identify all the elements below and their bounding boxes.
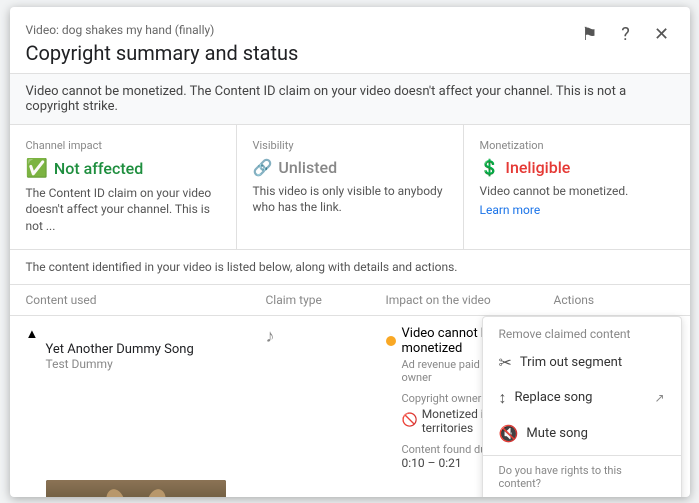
visibility-icon: 🔗 xyxy=(253,158,273,177)
close-icon[interactable]: ✕ xyxy=(648,21,676,49)
notice-text: Video cannot be monetized. The Content I… xyxy=(26,84,627,114)
mute-song-item[interactable]: 🔇 Mute song xyxy=(483,416,681,451)
col-actions: Actions xyxy=(554,293,674,307)
monetization-label: Monetization xyxy=(480,139,674,152)
channel-impact-label: Channel impact xyxy=(26,139,220,152)
policy-icon: 🚫 xyxy=(402,413,418,428)
dog-ear-left xyxy=(103,487,126,496)
content-name: Yet Another Dummy Song xyxy=(46,342,266,357)
mute-label: Mute song xyxy=(526,426,588,441)
table-header: Content used Claim type Impact on the vi… xyxy=(10,285,690,316)
orange-dot-icon xyxy=(386,336,396,346)
dialog-body: Video cannot be monetized. The Content I… xyxy=(10,74,690,497)
channel-impact-value: ✅ Not affected xyxy=(26,158,220,179)
trim-label: Trim out segment xyxy=(520,355,622,370)
content-used-cell: ▲ Yet Another Dummy Song Test Dummy xyxy=(26,326,266,371)
cards-row: Channel impact ✅ Not affected The Conten… xyxy=(10,125,690,250)
dropdown-divider xyxy=(483,455,681,456)
dialog-header: Video: dog shakes my hand (finally) Copy… xyxy=(10,7,690,74)
visibility-desc: This video is only visible to anybody wh… xyxy=(253,183,447,217)
visibility-card: Visibility 🔗 Unlisted This video is only… xyxy=(237,125,464,249)
col-claim-type: Claim type xyxy=(266,293,386,307)
replace-icon: ↕ xyxy=(499,388,507,408)
header-icons: ⚑ ? ✕ xyxy=(576,21,676,49)
rights-label: Do you have rights to this content? xyxy=(483,460,681,492)
expand-icon[interactable]: ▲ xyxy=(26,327,39,342)
content-by: Test Dummy xyxy=(46,357,266,371)
help-icon[interactable]: ? xyxy=(612,21,640,49)
col-impact: Impact on the video xyxy=(386,293,554,307)
channel-impact-card: Channel impact ✅ Not affected The Conten… xyxy=(10,125,237,249)
content-row: ▲ Yet Another Dummy Song Test Dummy ♪ Vi… xyxy=(10,316,690,497)
learn-more-link[interactable]: Learn more xyxy=(480,203,541,217)
claim-type-icon: ♪ xyxy=(266,326,386,347)
dog-ear-right xyxy=(145,487,168,496)
check-circle-icon: ✅ xyxy=(26,158,48,179)
remove-claimed-label: Remove claimed content xyxy=(483,321,681,345)
monetization-value: 💲 Ineligible xyxy=(480,158,674,177)
content-notice: The content identified in your video is … xyxy=(10,250,690,285)
video-thumbnail: ▶ 🔊 0:10 / 0:32 ⚙ ⛶ xyxy=(46,480,226,497)
monetization-desc: Video cannot be monetized. xyxy=(480,183,674,200)
scissors-icon: ✂ xyxy=(499,353,512,372)
trim-segment-item[interactable]: ✂ Trim out segment xyxy=(483,345,681,380)
video-frame xyxy=(46,480,226,497)
replace-label: Replace song xyxy=(515,390,593,405)
video-player: ▶ 🔊 0:10 / 0:32 ⚙ ⛶ Content manually ide… xyxy=(46,480,226,497)
flag-icon[interactable]: ⚑ xyxy=(576,21,604,49)
monetization-card: Monetization 💲 Ineligible Video cannot b… xyxy=(464,125,690,249)
monetization-icon: 💲 xyxy=(480,158,500,177)
actions-dropdown: Remove claimed content ✂ Trim out segmen… xyxy=(482,316,682,497)
col-content-used: Content used xyxy=(26,293,266,307)
visibility-label: Visibility xyxy=(253,139,447,152)
external-link-icon: ↗ xyxy=(654,391,664,405)
visibility-value: 🔗 Unlisted xyxy=(253,158,447,177)
dispute-section: Dispute xyxy=(483,492,681,497)
content-used-text: Yet Another Dummy Song Test Dummy xyxy=(46,342,266,371)
notice-bar: Video cannot be monetized. The Content I… xyxy=(10,74,690,125)
dialog: Video: dog shakes my hand (finally) Copy… xyxy=(10,7,690,497)
mute-icon: 🔇 xyxy=(499,424,519,443)
channel-impact-desc: The Content ID claim on your video doesn… xyxy=(26,185,220,235)
replace-song-item[interactable]: ↕ Replace song ↗ xyxy=(483,380,681,416)
